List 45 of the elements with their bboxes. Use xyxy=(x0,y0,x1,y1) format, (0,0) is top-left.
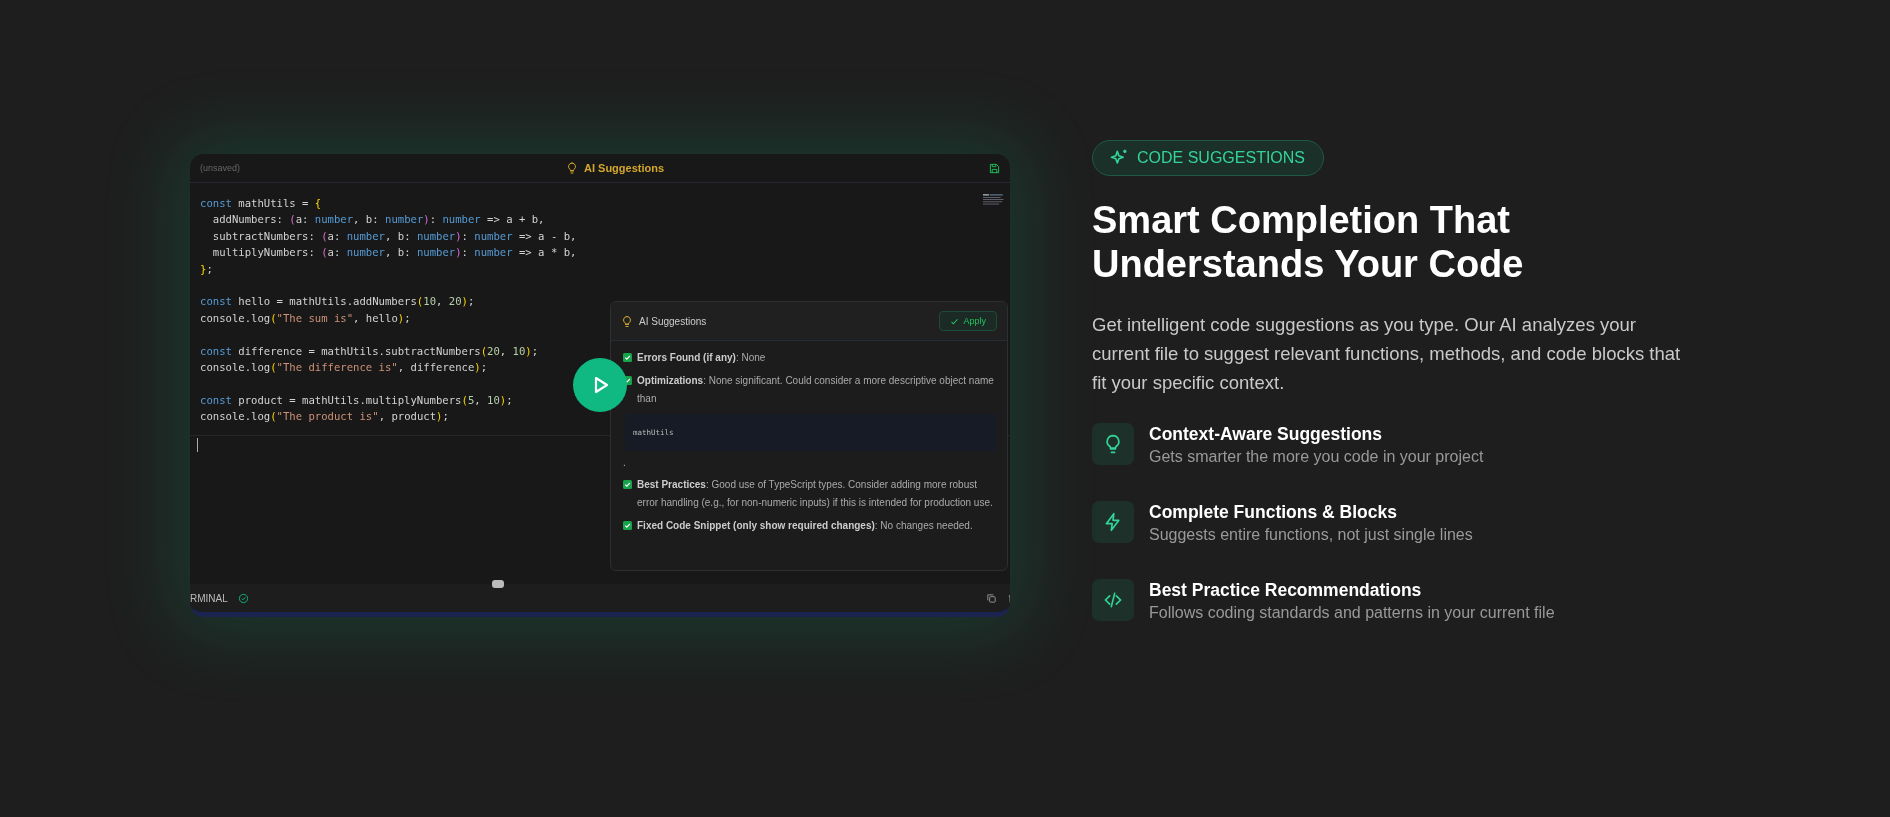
play-button[interactable] xyxy=(573,358,627,412)
code-line: const hello = mathUtils.addNumbers(10, 20); xyxy=(200,294,475,310)
feature-description: Follows coding standards and patterns in your current file xyxy=(1149,603,1555,623)
section-description: Get intelligent code suggestions as you type. Our AI analyzes your current file to suggest relevant functions, methods, and code blocks that fit your specific context. xyxy=(1092,313,1682,395)
suggestion-text: . xyxy=(623,457,627,468)
code-line: const product = mathUtils.multiplyNumbers(5, 10); xyxy=(200,392,513,408)
apply-button[interactable]: Apply xyxy=(939,311,997,331)
checkbox[interactable] xyxy=(623,353,632,362)
code-line: const difference = mathUtils.subtractNumbers(20, 10); xyxy=(200,343,539,359)
code-icon xyxy=(1092,579,1134,621)
lightning-icon xyxy=(1092,501,1134,543)
resize-handle[interactable] xyxy=(492,580,504,588)
code-line: console.log("The product is", product); xyxy=(200,409,449,425)
save-icon[interactable] xyxy=(989,162,1000,174)
checkbox[interactable] xyxy=(623,521,632,530)
file-status: (unsaved) xyxy=(200,163,241,173)
code-line: addNumbers: (a: number, b: number): number => a + b, xyxy=(211,212,545,228)
lightbulb-icon xyxy=(621,314,633,328)
feature-description: Suggests entire functions, not just single lines xyxy=(1149,525,1473,545)
feature-title: Best Practice Recommendations xyxy=(1149,579,1423,601)
suggestion-text: Fixed Code Snippet (only show required changes): No changes needed. xyxy=(637,519,974,533)
popup-title: AI Suggestions xyxy=(639,315,707,327)
text-cursor xyxy=(197,437,198,452)
lightbulb-icon xyxy=(1092,423,1134,465)
feature-title: Context-Aware Suggestions xyxy=(1149,423,1384,445)
checkbox[interactable] xyxy=(623,480,632,489)
code-line: subtractNumbers: (a: number, b: number): number => a - b, xyxy=(211,228,577,244)
suggestion-text: Optimizations: None significant. Could consider a more descriptive object name than xyxy=(637,374,995,406)
code-line: console.log("The sum is", hello); xyxy=(200,310,411,326)
editor-title: AI Suggestions xyxy=(584,162,665,174)
suggestion-text: Best Practices: Good use of TypeScript types. Consider adding more robust error handling (e.g., for non-numeric inputs) if this is intended for production use. xyxy=(637,478,994,510)
code-line: const mathUtils = { xyxy=(200,196,322,211)
suggestion-text: Errors Found (if any): None xyxy=(637,351,767,365)
code-line: console.log("The difference is", difference); xyxy=(200,359,488,375)
code-line: multiplyNumbers: (a: number, b: number): number => a * b, xyxy=(211,245,577,261)
check-circle-icon xyxy=(237,592,249,604)
panel-tab[interactable]: RMINAL xyxy=(190,592,228,604)
copy-icon[interactable] xyxy=(986,592,997,604)
feature-description: Gets smarter the more you code in your project xyxy=(1149,447,1484,467)
code-line: }; xyxy=(200,261,213,277)
feature-title: Complete Functions & Blocks xyxy=(1149,501,1398,523)
section-heading: Smart Completion That Understands Your Code xyxy=(1092,198,1525,286)
check-icon xyxy=(950,316,960,326)
badge-label: CODE SUGGESTIONS xyxy=(1137,149,1306,167)
lightbulb-icon xyxy=(566,162,578,174)
